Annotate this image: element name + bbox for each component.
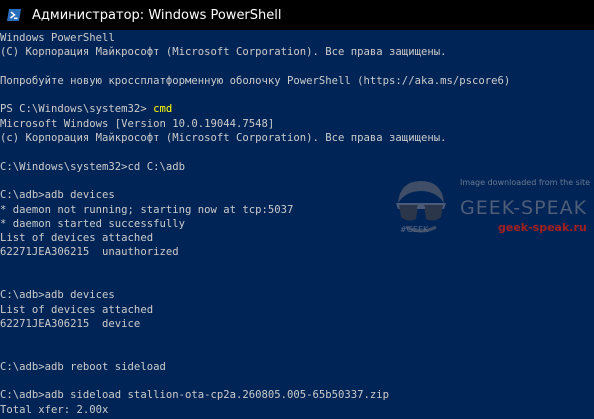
console-line: 62271JEA306215 device — [0, 317, 141, 330]
console-output[interactable]: Windows PowerShell (C) Корпорация Майкрос… — [0, 31, 594, 419]
console-line: C:\adb>adb sideload stallion-ota-cp2a.26… — [0, 389, 390, 402]
console-line: PS C:\Windows\system32> cmd — [0, 102, 594, 116]
console-prompt: PS C:\Windows\system32> — [0, 103, 154, 116]
console-line: (c) Корпорация Майкрософт (Microsoft Cor… — [0, 132, 447, 145]
console-line: * daemon not running; starting now at tc… — [0, 203, 294, 216]
console-line: Windows PowerShell — [0, 32, 115, 44]
console-line: Microsoft Windows [Version 10.0.19044.75… — [0, 117, 275, 130]
console-command: cmd — [153, 103, 173, 116]
window-title: Администратор: Windows PowerShell — [32, 7, 282, 23]
console-line: C:\adb>adb reboot sideload — [0, 360, 166, 373]
powershell-window: Администратор: Windows PowerShell Window… — [0, 0, 594, 419]
console-line: C:\adb>adb devices — [0, 189, 115, 202]
console-line: 62271JEA306215 unauthorized — [0, 246, 179, 259]
console-line: (C) Корпорация Майкрософт (Microsoft Cor… — [0, 46, 447, 59]
title-bar[interactable]: Администратор: Windows PowerShell — [0, 0, 594, 30]
console-line: * daemon started successfully — [0, 217, 185, 230]
console-line: C:\adb>adb devices — [0, 289, 115, 302]
powershell-icon — [7, 9, 21, 21]
console-line: Total xfer: 2.00x — [0, 403, 109, 416]
console-line: List of devices attached — [0, 232, 154, 245]
console-line: Попробуйте новую кроссплатформенную обол… — [0, 74, 511, 87]
console-line: List of devices attached — [0, 303, 154, 316]
console-line: C:\Windows\system32>cd C:\adb — [0, 160, 185, 173]
